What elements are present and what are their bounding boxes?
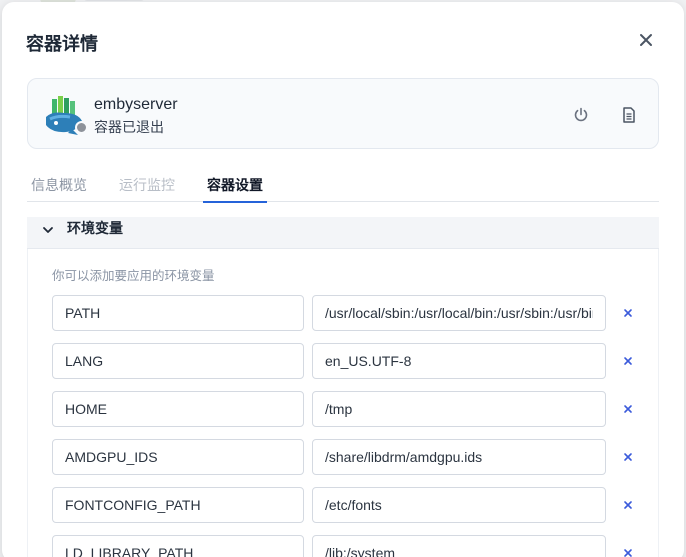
env-value-input[interactable] xyxy=(312,535,606,557)
background-app-label xyxy=(84,0,144,1)
remove-env-button[interactable] xyxy=(618,543,638,557)
env-value-input[interactable] xyxy=(312,439,606,475)
logs-button[interactable] xyxy=(616,102,642,128)
tab-runtime-monitor[interactable]: 运行监控 xyxy=(119,175,175,202)
env-variable-row xyxy=(52,391,642,439)
close-button[interactable] xyxy=(632,26,660,54)
env-variable-row xyxy=(52,343,642,391)
close-icon xyxy=(624,501,632,509)
container-status: 容器已退出 xyxy=(94,120,164,136)
document-icon xyxy=(623,107,635,123)
close-icon xyxy=(640,34,652,46)
env-hint-text: 你可以添加要应用的环境变量 xyxy=(52,268,215,283)
env-variable-list xyxy=(52,295,642,557)
power-button[interactable] xyxy=(568,102,594,128)
tab-info-overview[interactable]: 信息概览 xyxy=(31,175,87,202)
close-icon xyxy=(624,453,632,461)
close-icon xyxy=(624,357,632,365)
env-key-input[interactable] xyxy=(52,391,304,427)
dialog-header: 容器详情 xyxy=(2,2,684,80)
env-section-title: 环境变量 xyxy=(67,221,123,237)
env-variable-row xyxy=(52,295,642,343)
env-variable-row xyxy=(52,439,642,487)
env-value-input[interactable] xyxy=(312,343,606,379)
env-key-input[interactable] xyxy=(52,343,304,379)
container-info-card: embyserver 容器已退出 xyxy=(27,78,659,149)
dialog-title: 容器详情 xyxy=(26,34,98,55)
env-value-input[interactable] xyxy=(312,295,606,331)
container-name: embyserver xyxy=(94,96,178,113)
remove-env-button[interactable] xyxy=(618,399,638,419)
env-key-input[interactable] xyxy=(52,439,304,475)
env-section-header[interactable]: 环境变量 xyxy=(27,217,659,249)
close-icon xyxy=(624,405,632,413)
env-value-input[interactable] xyxy=(312,391,606,427)
env-key-input[interactable] xyxy=(52,535,304,557)
close-icon xyxy=(624,549,632,557)
env-value-input[interactable] xyxy=(312,487,606,523)
remove-env-button[interactable] xyxy=(618,447,638,467)
remove-env-button[interactable] xyxy=(618,303,638,323)
container-details-dialog: 容器详情 embyserver 容器已退出 信息概览 运行监控 容器设置 环境变… xyxy=(2,2,684,557)
close-icon xyxy=(624,309,632,317)
env-key-input[interactable] xyxy=(52,487,304,523)
remove-env-button[interactable] xyxy=(618,495,638,515)
chevron-down-icon xyxy=(43,227,53,233)
env-variable-row xyxy=(52,535,642,557)
env-key-input[interactable] xyxy=(52,295,304,331)
env-variable-row xyxy=(52,487,642,535)
power-icon xyxy=(574,107,588,122)
remove-env-button[interactable] xyxy=(618,351,638,371)
details-tabs: 信息概览 运行监控 容器设置 xyxy=(27,167,659,203)
tab-container-settings[interactable]: 容器设置 xyxy=(203,175,267,203)
status-indicator-dot xyxy=(75,121,88,134)
env-section-body: 你可以添加要应用的环境变量 xyxy=(27,249,659,557)
